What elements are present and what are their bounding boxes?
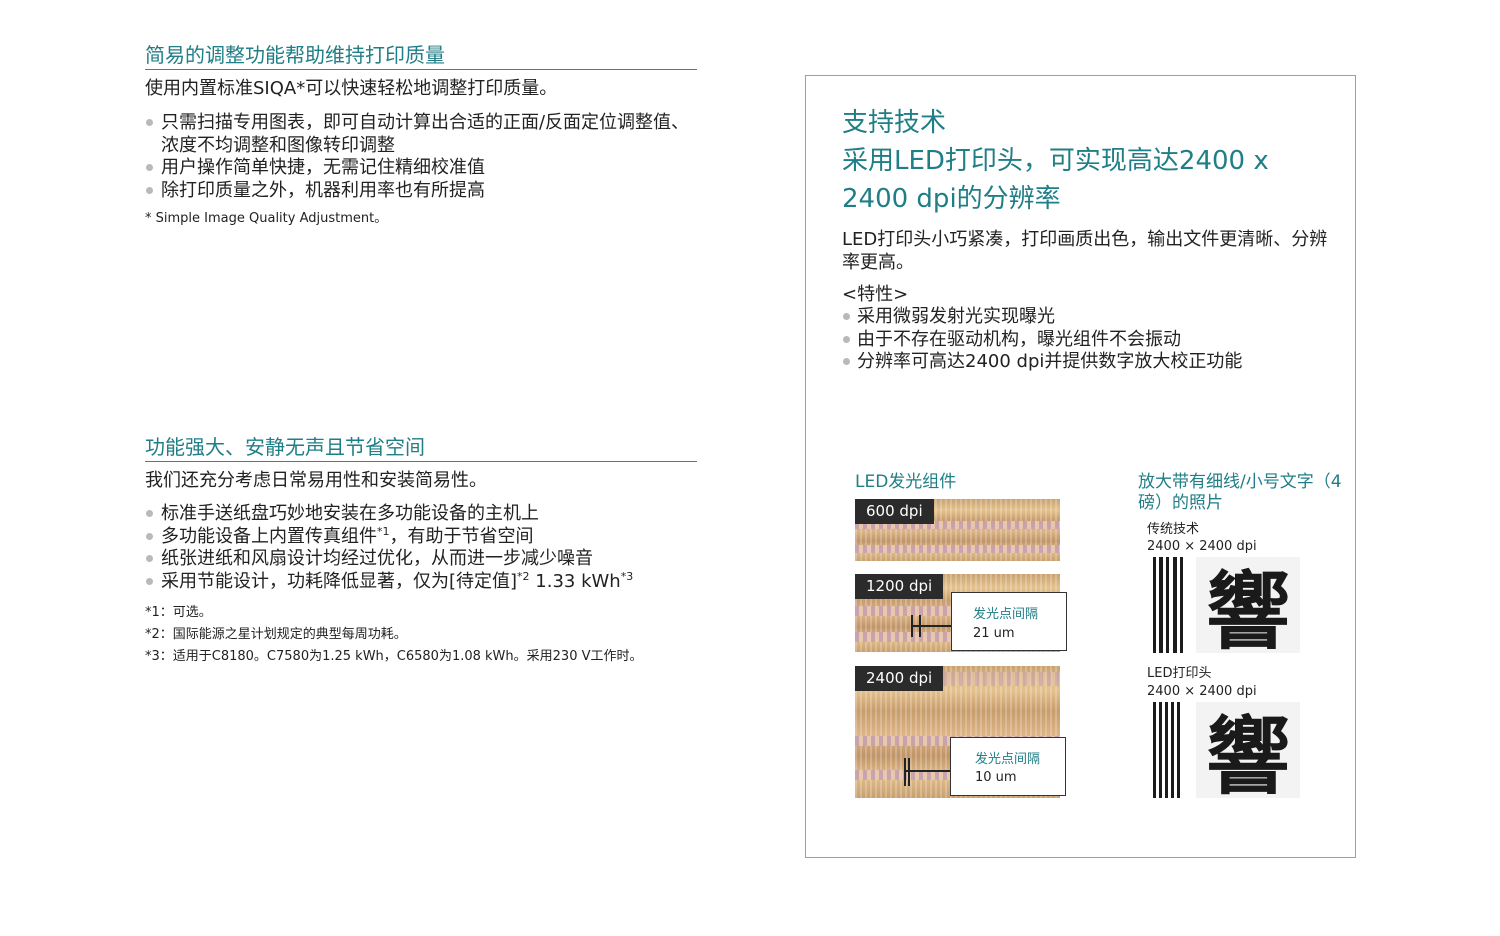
- list-item: 多功能设备上内置传真组件*1，有助于节省空间: [145, 526, 705, 549]
- list-item: 纸张进纸和风扇设计均经过优化，从而进一步减少噪音: [145, 548, 705, 571]
- zoom-caption: 放大带有细线/小号文字（4磅）的照片: [1138, 472, 1342, 513]
- text-sample-traditional: 響: [1196, 557, 1300, 661]
- footnote-ref: *1: [377, 524, 390, 538]
- bullet-text: 多功能设备上内置传真组件: [161, 525, 377, 547]
- footnote-2: *2：国际能源之星计划规定的典型每周功耗。: [145, 627, 407, 642]
- section-heading-quiet-compact: 功能强大、安静无声且节省空间: [145, 434, 697, 462]
- text-sample-led: 響: [1196, 702, 1300, 806]
- list-item: 用户操作简单快捷，无需记住精细校准值: [145, 157, 705, 180]
- print-quality-bullet-list: 只需扫描专用图表，即可自动计算出合适的正面/反面定位调整值、浓度不均调整和图像转…: [145, 112, 705, 202]
- section-lead-ease-of-use: 我们还充分考虑日常易用性和安装简易性。: [145, 470, 487, 491]
- footnote-ref: *2: [517, 569, 530, 583]
- list-item: 采用节能设计，功耗降低显著，仅为[待定值]*2 1.33 kWh*3: [145, 571, 705, 594]
- callout-1200dpi: 发光点间隔 21 um: [951, 592, 1067, 651]
- panel-intro: LED打印头小巧紧凑，打印画质出色，输出文件更清晰、分辨率更高。: [842, 229, 1328, 273]
- section-heading-print-quality: 简易的调整功能帮助维持打印质量: [145, 42, 697, 70]
- dpi-label: 600 dpi: [855, 499, 934, 524]
- dpi-label: 1200 dpi: [855, 574, 944, 599]
- bullet-text: 采用节能设计，功耗降低显著，仅为[待定值]: [161, 570, 518, 592]
- features-label: <特性>: [842, 284, 909, 305]
- pitch-marker: [908, 758, 910, 786]
- pitch-marker: [904, 758, 906, 786]
- list-item: 除打印质量之外，机器利用率也有所提高: [145, 180, 705, 203]
- fine-line-sample-traditional: [1147, 557, 1194, 653]
- footnote-siqa: * Simple Image Quality Adjustment。: [145, 211, 388, 226]
- pitch-marker-line: [904, 770, 954, 772]
- dpi-label: 2400 dpi: [855, 666, 944, 691]
- callout-value: 21 um: [973, 626, 1015, 641]
- fine-line-sample-led: [1147, 702, 1194, 798]
- bullet-text: 标准手送纸盘巧妙地安装在多功能设备的主机上: [161, 503, 539, 524]
- list-item: 标准手送纸盘巧妙地安装在多功能设备的主机上: [145, 503, 705, 526]
- callout-title: 发光点间隔: [975, 752, 1041, 767]
- list-item: 分辨率可高达2400 dpi并提供数字放大校正功能: [842, 351, 1242, 374]
- quiet-compact-bullet-list: 标准手送纸盘巧妙地安装在多功能设备的主机上 多功能设备上内置传真组件*1，有助于…: [145, 503, 705, 593]
- bullet-text: ，有助于节省空间: [389, 525, 534, 547]
- callout-2400dpi: 发光点间隔 10 um: [950, 737, 1066, 796]
- callout-value: 10 um: [975, 770, 1017, 785]
- list-item: 采用微弱发射光实现曝光: [842, 306, 1242, 329]
- led-unit-caption: LED发光组件: [855, 472, 957, 492]
- bullet-text: 纸张进纸和风扇设计均经过优化，从而进一步减少噪音: [161, 548, 593, 569]
- pitch-marker-line: [911, 625, 951, 627]
- footnote-ref: *3: [620, 569, 634, 583]
- list-item: 只需扫描专用图表，即可自动计算出合适的正面/反面定位调整值、浓度不均调整和图像转…: [145, 112, 705, 157]
- panel-title: 支持技术: [842, 108, 947, 138]
- bullet-text: 1.33 kWh: [529, 570, 621, 592]
- traditional-label: 传统技术: [1147, 522, 1200, 537]
- footnote-3: *3：适用于C8180。C7580为1.25 kWh，C6580为1.08 kW…: [145, 649, 643, 664]
- list-item: 由于不存在驱动机构，曝光组件不会振动: [842, 329, 1242, 352]
- callout-title: 发光点间隔: [973, 607, 1039, 622]
- section-lead-siqa: 使用内置标准SIQA*可以快速轻松地调整打印质量。: [145, 78, 558, 99]
- led-head-label: LED打印头: [1147, 666, 1212, 681]
- features-list: 采用微弱发射光实现曝光 由于不存在驱动机构，曝光组件不会振动 分辨率可高达240…: [842, 306, 1242, 374]
- panel-subtitle-line2: 2400 dpi的分辨率: [842, 184, 1061, 214]
- panel-subtitle-line1: 采用LED打印头，可实现高达2400 x: [842, 146, 1269, 176]
- footnote-1: *1：可选。: [145, 605, 212, 620]
- photo-600dpi: 600 dpi: [855, 499, 1060, 561]
